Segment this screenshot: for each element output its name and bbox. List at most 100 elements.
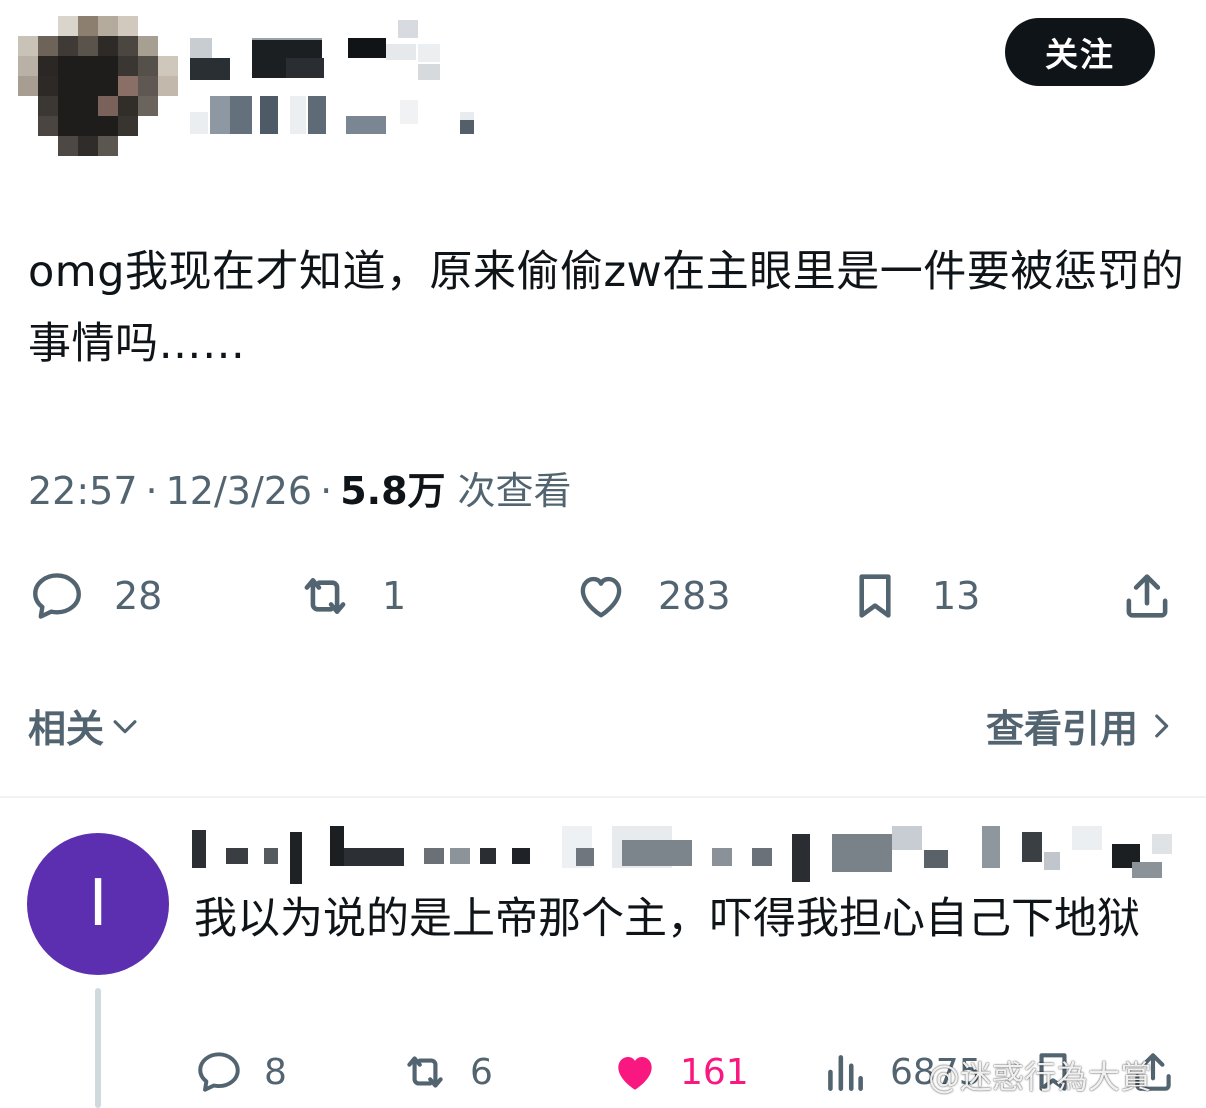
- reply-reply-action[interactable]: 8: [194, 1046, 287, 1098]
- redacted-block: [230, 96, 252, 134]
- redacted-block: [418, 44, 440, 62]
- tweet-time[interactable]: 22:57: [28, 469, 138, 513]
- reply-avatar-letter: I: [88, 867, 108, 941]
- avatar-pixel: [118, 96, 138, 116]
- author-avatar[interactable]: [18, 16, 178, 156]
- redacted-block: [330, 826, 344, 866]
- avatar-pixel: [118, 76, 138, 96]
- avatar-pixel: [58, 16, 78, 36]
- analytics-icon: [828, 1055, 863, 1091]
- thread-line: [95, 988, 101, 1108]
- avatar-pixel: [58, 96, 78, 116]
- reply-count: 28: [114, 574, 163, 618]
- avatar-pixel: [138, 136, 158, 156]
- author-handle: [190, 92, 510, 136]
- retweet-icon: [304, 577, 346, 615]
- author-name[interactable]: [190, 20, 450, 80]
- avatar-pixel: [58, 56, 78, 76]
- avatar-pixel: [38, 36, 58, 56]
- redacted-block: [210, 96, 230, 134]
- avatar-pixel: [18, 56, 38, 76]
- section-divider: [0, 796, 1206, 798]
- reply-action[interactable]: 28: [28, 566, 162, 626]
- redacted-block: [290, 96, 306, 134]
- retweet-icon: [407, 1056, 443, 1088]
- tweet-date[interactable]: 12/3/26: [166, 469, 313, 513]
- avatar-pixel: [78, 36, 98, 56]
- avatar-pixel: [58, 76, 78, 96]
- avatar-pixel: [38, 136, 58, 156]
- redacted-block: [398, 20, 418, 38]
- redacted-block: [622, 840, 692, 866]
- avatar-pixel: [78, 116, 98, 136]
- meta-separator: ·: [145, 469, 158, 513]
- heart-icon: [580, 576, 622, 618]
- chevron-right-icon: [1155, 714, 1169, 737]
- reply-reply-count: 8: [264, 1051, 287, 1093]
- redacted-block: [290, 832, 302, 884]
- bookmark-count: 13: [932, 574, 981, 618]
- redacted-block: [792, 834, 810, 882]
- reply-avatar[interactable]: I: [27, 833, 169, 975]
- related-label: 相关: [28, 707, 105, 751]
- reply-like-action[interactable]: 161: [610, 1046, 749, 1098]
- avatar-pixel: [58, 36, 78, 56]
- redacted-block: [386, 44, 416, 60]
- redacted-block: [1152, 834, 1172, 854]
- share-action[interactable]: [1118, 566, 1176, 626]
- views-label: 次查看: [457, 469, 572, 513]
- reply-like-count: 161: [680, 1051, 749, 1093]
- avatar-pixel: [78, 16, 98, 36]
- reply-icon: [198, 1052, 240, 1092]
- avatar-pixel: [138, 56, 158, 76]
- avatar-pixel: [158, 16, 178, 36]
- like-action[interactable]: 283: [572, 566, 731, 626]
- redacted-block: [892, 826, 922, 850]
- reply-retweet-count: 6: [470, 1051, 493, 1093]
- meta-separator: ·: [320, 469, 333, 513]
- avatar-pixel: [18, 36, 38, 56]
- avatar-pixel: [138, 36, 158, 56]
- redacted-block: [286, 58, 324, 78]
- avatar-pixel: [18, 96, 38, 116]
- redacted-block: [1132, 862, 1162, 878]
- like-count: 283: [658, 574, 731, 618]
- bookmark-action[interactable]: 13: [846, 566, 980, 626]
- share-icon: [1126, 574, 1168, 618]
- views-count: 5.8万: [340, 469, 446, 513]
- related-toggle[interactable]: 相关: [28, 698, 142, 753]
- avatar-pixel: [138, 96, 158, 116]
- view-quotes-label: 查看引用: [985, 707, 1138, 751]
- avatar-pixel: [158, 56, 178, 76]
- redacted-block: [480, 848, 496, 864]
- redacted-block: [308, 96, 326, 134]
- avatar-pixel: [38, 96, 58, 116]
- tweet-meta: 22:57 · 12/3/26 · 5.8万 次查看: [28, 460, 572, 515]
- avatar-pixel: [58, 116, 78, 136]
- avatar-pixel: [118, 136, 138, 156]
- redacted-block: [1044, 852, 1060, 870]
- avatar-pixel: [98, 16, 118, 36]
- avatar-pixel: [98, 116, 118, 136]
- avatar-pixel: [158, 136, 178, 156]
- reply-retweet-action[interactable]: 6: [400, 1046, 493, 1098]
- redacted-block: [924, 850, 948, 868]
- avatar-pixel: [18, 116, 38, 136]
- avatar-pixel: [38, 16, 58, 36]
- avatar-pixel: [158, 116, 178, 136]
- retweet-action[interactable]: 1: [296, 566, 406, 626]
- redacted-block: [450, 848, 470, 864]
- avatar-pixel: [118, 16, 138, 36]
- avatar-pixel: [138, 116, 158, 136]
- reply-author-name[interactable]: [192, 826, 1182, 884]
- avatar-pixel: [118, 36, 138, 56]
- avatar-pixel: [58, 136, 78, 156]
- follow-button[interactable]: 关注: [1005, 18, 1155, 86]
- avatar-pixel: [98, 136, 118, 156]
- avatar-pixel: [78, 96, 98, 116]
- avatar-pixel: [98, 76, 118, 96]
- avatar-pixel: [158, 76, 178, 96]
- view-quotes-link[interactable]: 查看引用: [986, 698, 1178, 753]
- redacted-block: [752, 848, 772, 866]
- avatar-pixel: [98, 56, 118, 76]
